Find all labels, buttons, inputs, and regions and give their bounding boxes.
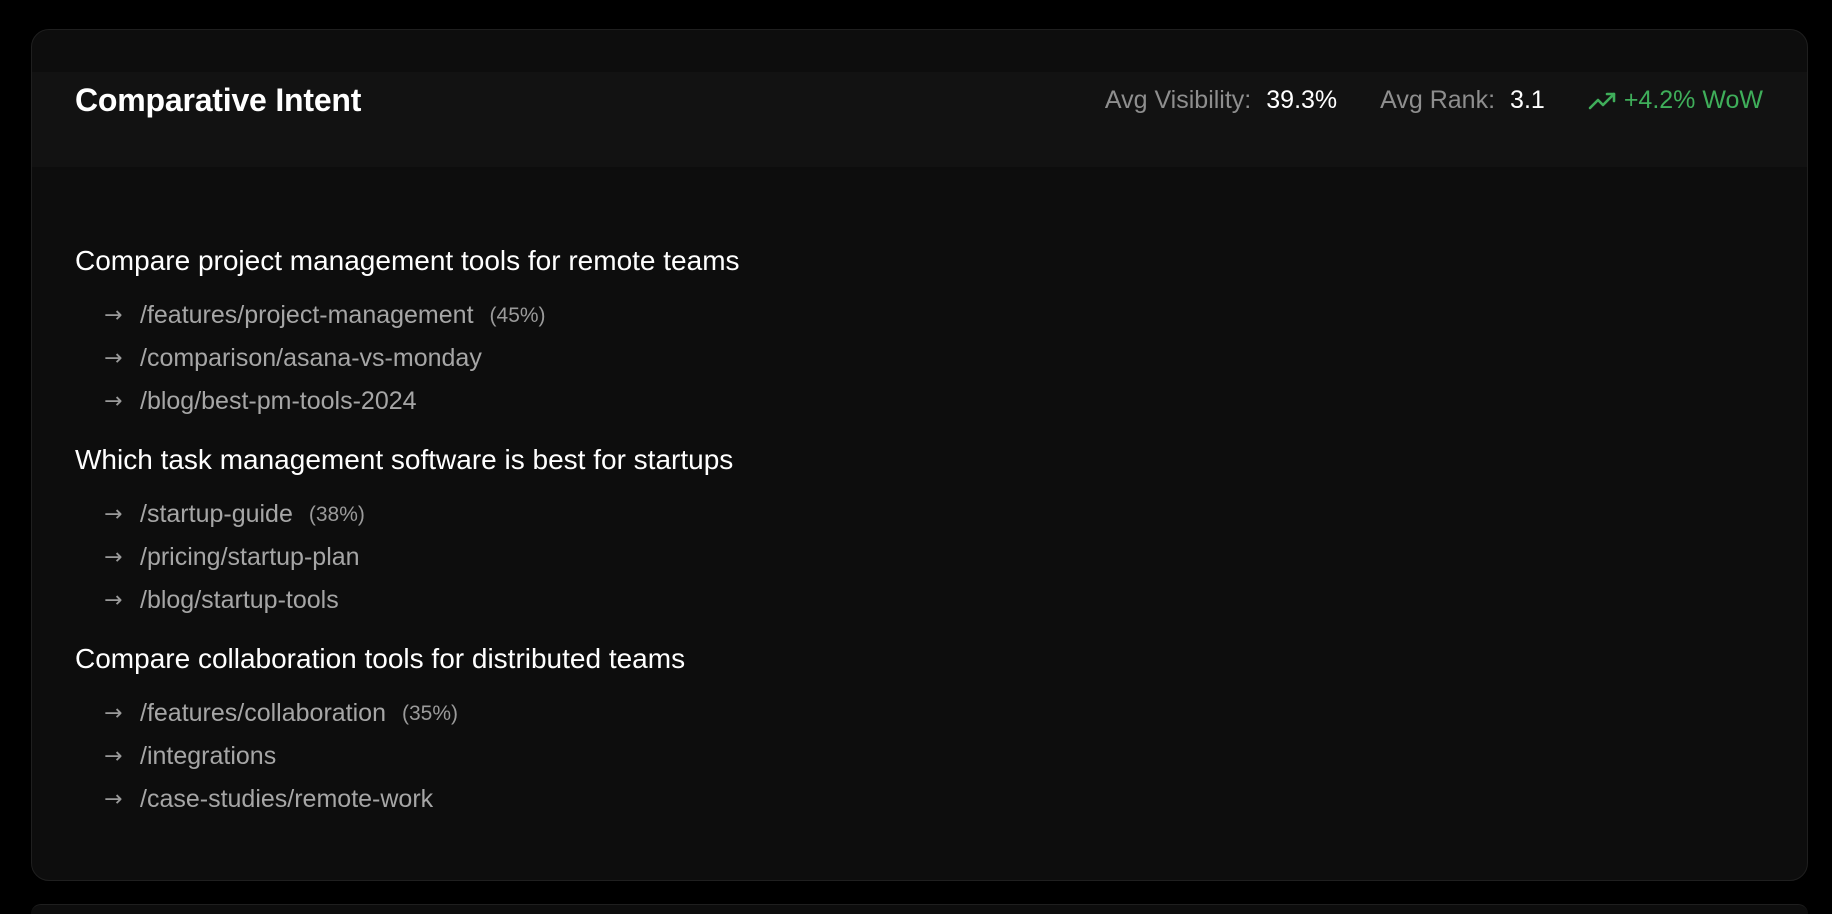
card-header: Comparative Intent Avg Visibility: 39.3%… <box>32 72 1807 167</box>
metrics-bar: Avg Visibility: 39.3% Avg Rank: 3.1 +4.2… <box>1062 86 1763 115</box>
page-share-percent: (35%) <box>401 701 459 725</box>
page-path-link[interactable]: /case-studies/remote-work <box>140 785 433 814</box>
page-list-item: → /features/project-management (45%) <box>75 294 1675 337</box>
page-path-link[interactable]: /features/project-management <box>140 301 474 330</box>
query-list: Compare project management tools for rem… <box>75 244 1675 841</box>
next-card-edge <box>31 904 1808 914</box>
trend-indicator: +4.2% WoW <box>1588 86 1763 115</box>
avg-visibility-metric: Avg Visibility: 39.3% <box>1105 86 1337 115</box>
avg-visibility-label: Avg Visibility: <box>1104 86 1252 114</box>
page-list-item: → /features/collaboration (35%) <box>75 692 1675 735</box>
query-group: Compare project management tools for rem… <box>75 244 1675 423</box>
arrow-right-icon: → <box>104 389 123 414</box>
page-list-item: → /blog/startup-tools <box>75 579 1675 622</box>
page-list-item: → /blog/best-pm-tools-2024 <box>75 380 1675 423</box>
trend-text: +4.2% WoW <box>1623 86 1763 114</box>
page-list: → /startup-guide (38%) → /pricing/startup-pl… <box>75 493 1675 622</box>
page-path-link[interactable]: /blog/startup-tools <box>140 586 339 615</box>
page-share-percent: (38%) <box>308 502 365 526</box>
page-path-link[interactable]: /startup-guide <box>140 500 293 529</box>
arrow-right-icon: → <box>104 701 123 726</box>
page-path-link[interactable]: /comparison/asana-vs-monday <box>140 344 482 373</box>
page-list-item: → /pricing/startup-plan <box>75 536 1675 579</box>
arrow-right-icon: → <box>104 744 123 769</box>
arrow-right-icon: → <box>104 502 123 527</box>
page-list-item: → /comparison/asana-vs-monday <box>75 337 1675 380</box>
page-list: → /features/project-management (45%) → /comp… <box>75 294 1675 423</box>
page-path-link[interactable]: /integrations <box>140 742 276 771</box>
query-title: Which task management software is best f… <box>75 444 734 475</box>
avg-visibility-value: 39.3% <box>1266 86 1338 114</box>
avg-rank-value: 3.1 <box>1510 86 1545 114</box>
page-list-item: → /startup-guide (38%) <box>75 493 1675 536</box>
card-title: Comparative Intent <box>75 82 362 118</box>
query-title: Compare collaboration tools for distribu… <box>75 643 686 674</box>
page-list-item: → /integrations <box>75 735 1675 778</box>
page-path-link[interactable]: /blog/best-pm-tools-2024 <box>140 387 417 416</box>
avg-rank-label: Avg Rank: <box>1380 86 1496 114</box>
page-list: → /features/collaboration (35%) → /integrati… <box>75 692 1675 821</box>
intent-card: Comparative Intent Avg Visibility: 39.3%… <box>31 29 1808 881</box>
page-list-item: → /case-studies/remote-work <box>75 778 1675 821</box>
trending-up-icon <box>1588 92 1616 109</box>
avg-rank-metric: Avg Rank: 3.1 <box>1380 86 1545 115</box>
arrow-right-icon: → <box>104 545 123 570</box>
query-group: Compare collaboration tools for distribu… <box>75 642 1675 821</box>
page-share-percent: (45%) <box>489 303 546 327</box>
page-path-link[interactable]: /features/collaboration <box>140 699 386 728</box>
query-group: Which task management software is best f… <box>75 443 1675 622</box>
arrow-right-icon: → <box>104 787 123 812</box>
arrow-right-icon: → <box>104 346 123 371</box>
query-title: Compare project management tools for rem… <box>75 245 740 276</box>
page-path-link[interactable]: /pricing/startup-plan <box>140 543 360 572</box>
arrow-right-icon: → <box>104 588 123 613</box>
arrow-right-icon: → <box>104 303 123 328</box>
